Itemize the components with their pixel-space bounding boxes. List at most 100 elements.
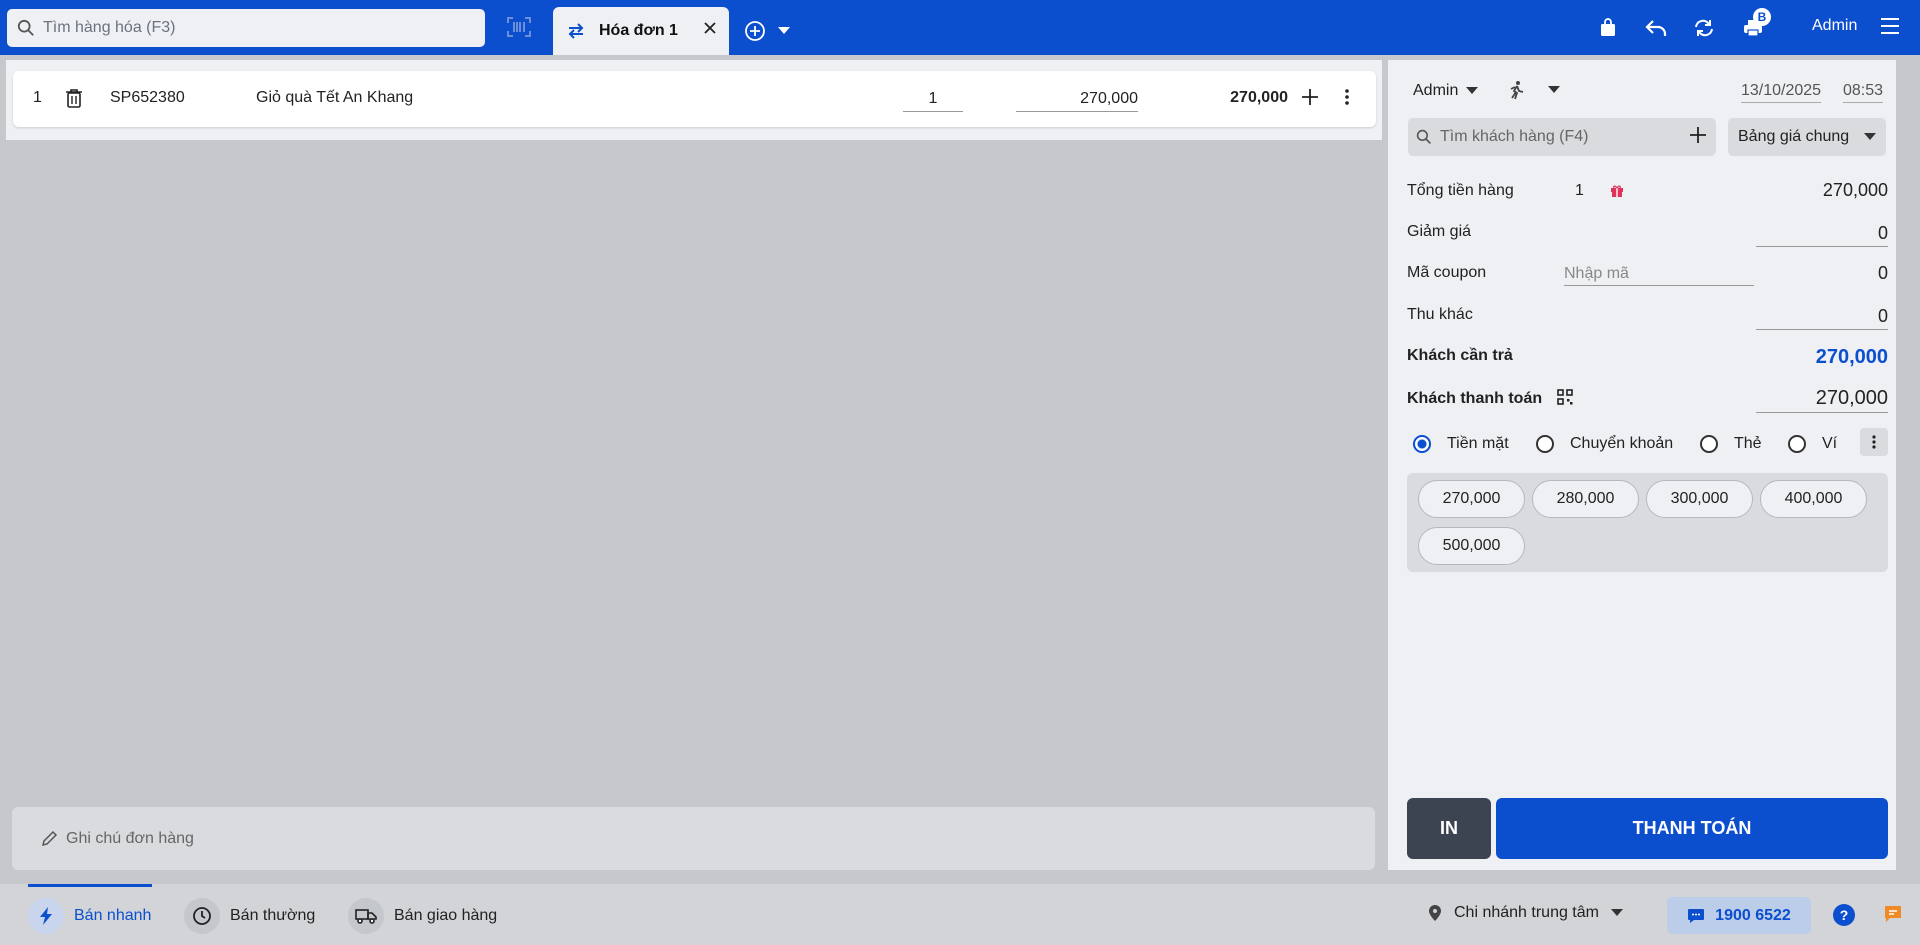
caret-down-icon [1610, 909, 1623, 916]
product-search-placeholder: Tìm hàng hóa (F3) [43, 19, 176, 36]
total-goods-value: 270,000 [1822, 180, 1888, 200]
payment-method-transfer[interactable]: Chuyển khoản [1536, 435, 1673, 453]
clock-icon [184, 898, 220, 934]
mode-normal-sale[interactable]: Bán thường [184, 898, 315, 934]
caret-down-icon [1864, 133, 1876, 140]
unit-price-input[interactable]: 270,000 [1016, 86, 1138, 112]
search-icon [17, 19, 34, 36]
checkout-panel: Admin 13/10/2025 08:53 Tìm khách hàng (F… [1388, 60, 1896, 870]
add-circle-icon[interactable] [744, 20, 766, 42]
swap-icon[interactable] [567, 23, 585, 39]
customer-paid-label: Khách thanh toán [1407, 390, 1543, 407]
bag-icon[interactable] [1595, 15, 1621, 41]
coupon-label: Mã coupon [1407, 264, 1487, 281]
seller-select[interactable]: Admin [1413, 82, 1479, 100]
more-vertical-icon[interactable] [1343, 87, 1351, 107]
product-name[interactable]: Giỏ quà Tết An Khang [256, 89, 413, 107]
user-name[interactable]: Admin [1812, 17, 1857, 35]
location-pin-icon [1429, 905, 1441, 921]
price-book-select[interactable]: Bảng giá chung [1728, 118, 1886, 156]
radio-icon [1536, 435, 1554, 453]
lightning-icon [28, 898, 64, 934]
radio-icon [1700, 435, 1718, 453]
mode-quick-sale[interactable]: Bán nhanh [28, 898, 151, 934]
other-fee-input[interactable]: 0 [1756, 306, 1888, 330]
customer-paid-input[interactable]: 270,000 [1756, 387, 1888, 413]
radio-icon [1788, 435, 1806, 453]
qr-code-icon[interactable] [1557, 389, 1573, 405]
row-index: 1 [33, 89, 42, 106]
quantity-input[interactable]: 1 [903, 86, 963, 112]
barcode-scan-icon[interactable] [505, 15, 533, 39]
more-vertical-icon [1872, 435, 1876, 449]
mode-label: Bán nhanh [74, 907, 152, 924]
active-mode-indicator [28, 884, 152, 887]
radio-selected-icon [1413, 435, 1431, 453]
customer-search-placeholder: Tìm khách hàng (F4) [1440, 128, 1589, 145]
mode-delivery-sale[interactable]: Bán giao hàng [348, 898, 497, 934]
quick-amount-button[interactable]: 280,000 [1532, 480, 1639, 518]
amount-due-value: 270,000 [1815, 346, 1888, 368]
gift-icon[interactable] [1610, 184, 1624, 198]
branch-name: Chi nhánh trung tâm [1454, 904, 1599, 921]
quick-amount-button[interactable]: 400,000 [1760, 480, 1867, 518]
undo-icon[interactable] [1643, 15, 1669, 41]
quick-amount-button[interactable]: 270,000 [1418, 480, 1525, 518]
more-methods-button[interactable] [1860, 428, 1888, 456]
branch-select[interactable]: Chi nhánh trung tâm [1428, 904, 1623, 922]
close-icon[interactable] [703, 21, 717, 35]
discount-input[interactable]: 0 [1756, 223, 1888, 247]
order-note-input[interactable]: Ghi chú đơn hàng [12, 807, 1375, 870]
invoice-date[interactable]: 13/10/2025 [1741, 82, 1822, 103]
cart-row: 1 SP652380 Giỏ quà Tết An Khang 1 270,00… [13, 71, 1376, 127]
hotline-number: 1900 6522 [1715, 906, 1791, 924]
product-search-input[interactable]: Tìm hàng hóa (F3) [7, 9, 485, 47]
quick-amount-button[interactable]: 500,000 [1418, 527, 1525, 565]
printer-badge: B [1753, 8, 1771, 26]
hotline-button[interactable]: 1900 6522 [1667, 897, 1811, 934]
amount-due-label: Khách cần trả [1407, 347, 1513, 364]
product-code: SP652380 [110, 89, 185, 106]
refresh-icon[interactable] [1691, 15, 1717, 41]
total-goods-label: Tổng tiền hàng [1407, 182, 1514, 199]
chat-icon [1688, 908, 1705, 923]
payment-method-label: Chuyển khoản [1570, 435, 1674, 452]
top-bar: Tìm hàng hóa (F3) Hóa đơn 1 B Admin [0, 0, 1920, 55]
payment-method-card[interactable]: Thẻ [1700, 435, 1762, 453]
add-tab-group [744, 20, 790, 42]
tab-invoice-1[interactable]: Hóa đơn 1 [553, 7, 729, 55]
print-button[interactable]: IN [1407, 798, 1491, 859]
other-fee-label: Thu khác [1407, 306, 1473, 323]
caret-down-icon[interactable] [778, 27, 790, 35]
add-customer-icon[interactable] [1688, 125, 1708, 145]
menu-icon[interactable] [1880, 17, 1900, 35]
sale-channel-select[interactable] [1508, 80, 1560, 100]
bottom-bar: Bán nhanh Bán thường Bán giao hàng Chi n… [0, 884, 1920, 945]
caret-down-icon [1548, 86, 1560, 93]
price-book-label: Bảng giá chung [1738, 128, 1850, 145]
payment-method-label: Thẻ [1734, 435, 1762, 452]
plus-icon[interactable] [1300, 87, 1320, 107]
help-icon[interactable]: ? [1833, 904, 1855, 926]
quick-amount-button[interactable]: 300,000 [1646, 480, 1753, 518]
pay-button[interactable]: THANH TOÁN [1496, 798, 1888, 859]
quick-amounts: 270,000 280,000 300,000 400,000 500,000 [1407, 473, 1888, 572]
pencil-icon [41, 830, 58, 846]
coupon-value: 0 [1877, 263, 1888, 283]
payment-method-cash[interactable]: Tiền mặt [1413, 435, 1509, 453]
mode-label: Bán giao hàng [394, 907, 498, 924]
search-icon [1416, 129, 1431, 144]
truck-icon [348, 898, 384, 934]
invoice-time[interactable]: 08:53 [1843, 82, 1884, 103]
walking-person-icon [1510, 81, 1524, 100]
seller-name: Admin [1413, 82, 1459, 99]
caret-down-icon [1466, 87, 1479, 94]
line-total: 270,000 [1230, 89, 1288, 106]
payment-method-wallet[interactable]: Ví [1788, 435, 1837, 453]
customer-search-input[interactable]: Tìm khách hàng (F4) [1408, 118, 1716, 156]
feedback-icon[interactable] [1883, 904, 1903, 924]
order-note-placeholder: Ghi chú đơn hàng [66, 829, 194, 847]
coupon-input[interactable]: Nhập mã [1564, 265, 1754, 286]
discount-label: Giảm giá [1407, 223, 1472, 240]
trash-icon[interactable] [65, 88, 83, 108]
